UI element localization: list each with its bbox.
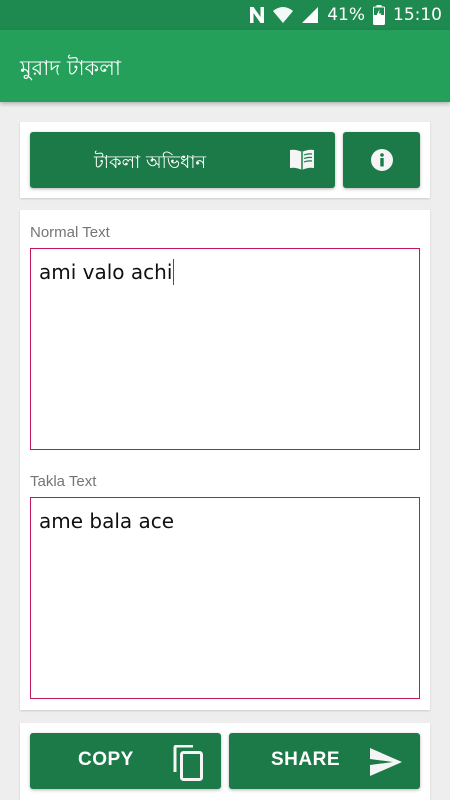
- normal-text-content: ami valo achi: [39, 258, 175, 287]
- info-icon: [371, 149, 393, 175]
- normal-text-label: Normal Text: [30, 224, 110, 241]
- takla-text-output[interactable]: ame bala ace: [30, 497, 420, 699]
- battery-icon: [373, 5, 385, 25]
- takla-text-label: Takla Text: [30, 473, 97, 490]
- app-title: মুরাদ টাকলা: [20, 56, 121, 80]
- share-button[interactable]: SHARE: [229, 733, 420, 789]
- clock: 15:10: [393, 5, 442, 25]
- normal-text-input[interactable]: ami valo achi: [30, 248, 420, 450]
- takla-text-value: ame bala ace: [39, 509, 175, 533]
- status-bar: 41% 15:10: [0, 0, 450, 30]
- app-bar: মুরাদ টাকলা: [0, 30, 450, 102]
- send-icon: [369, 747, 403, 781]
- text-cursor: [173, 258, 175, 285]
- dictionary-button[interactable]: টাকলা অভিধান: [30, 132, 335, 188]
- status-bar-right: 41% 15:10: [249, 0, 442, 30]
- wifi-icon: [273, 6, 294, 24]
- actions-card: COPY SHARE: [20, 723, 430, 800]
- copy-button[interactable]: COPY: [30, 733, 221, 789]
- share-button-label: SHARE: [271, 749, 341, 770]
- copy-button-label: COPY: [78, 749, 134, 770]
- normal-text-value: ami valo achi: [39, 260, 173, 284]
- editor-card: Normal Text ami valo achi Takla Text ame…: [20, 210, 430, 710]
- dictionary-button-label: টাকলা অভিধান: [94, 152, 207, 173]
- book-icon: [288, 148, 316, 176]
- signal-icon: [301, 6, 319, 24]
- copy-icon: [172, 744, 204, 785]
- toolbar-card: টাকলা অভিধান: [20, 122, 430, 198]
- info-button[interactable]: [343, 132, 420, 188]
- n-icon: [249, 6, 265, 24]
- battery-percent: 41%: [327, 5, 365, 25]
